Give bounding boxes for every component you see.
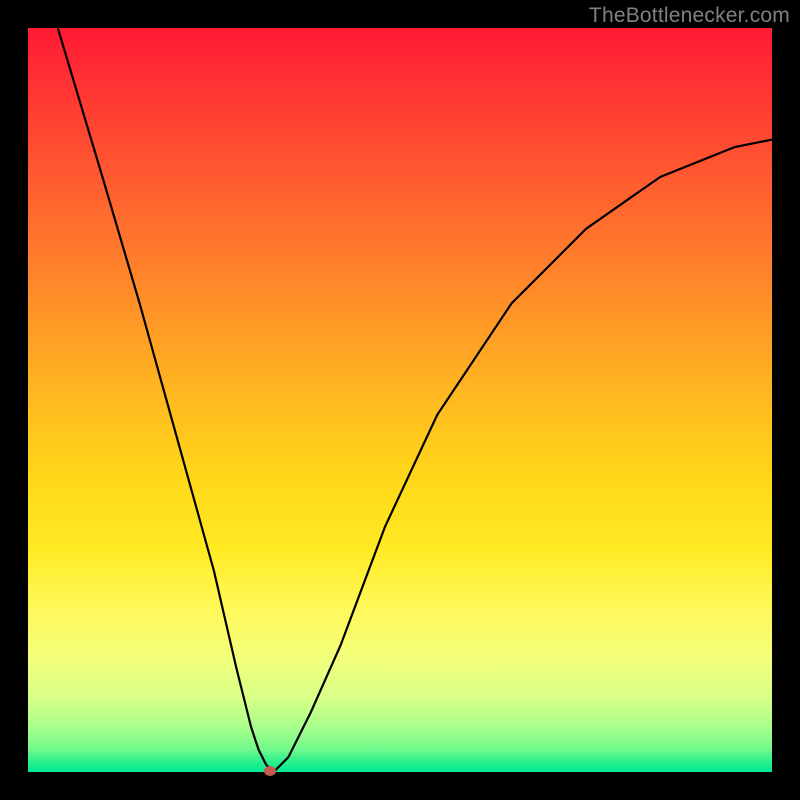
bottleneck-curve (58, 28, 772, 772)
plot-area (28, 28, 772, 772)
chart-frame: TheBottlenecker.com (0, 0, 800, 800)
attribution-text: TheBottlenecker.com (589, 4, 790, 28)
optimal-marker (264, 766, 276, 776)
curve-layer (28, 28, 772, 772)
